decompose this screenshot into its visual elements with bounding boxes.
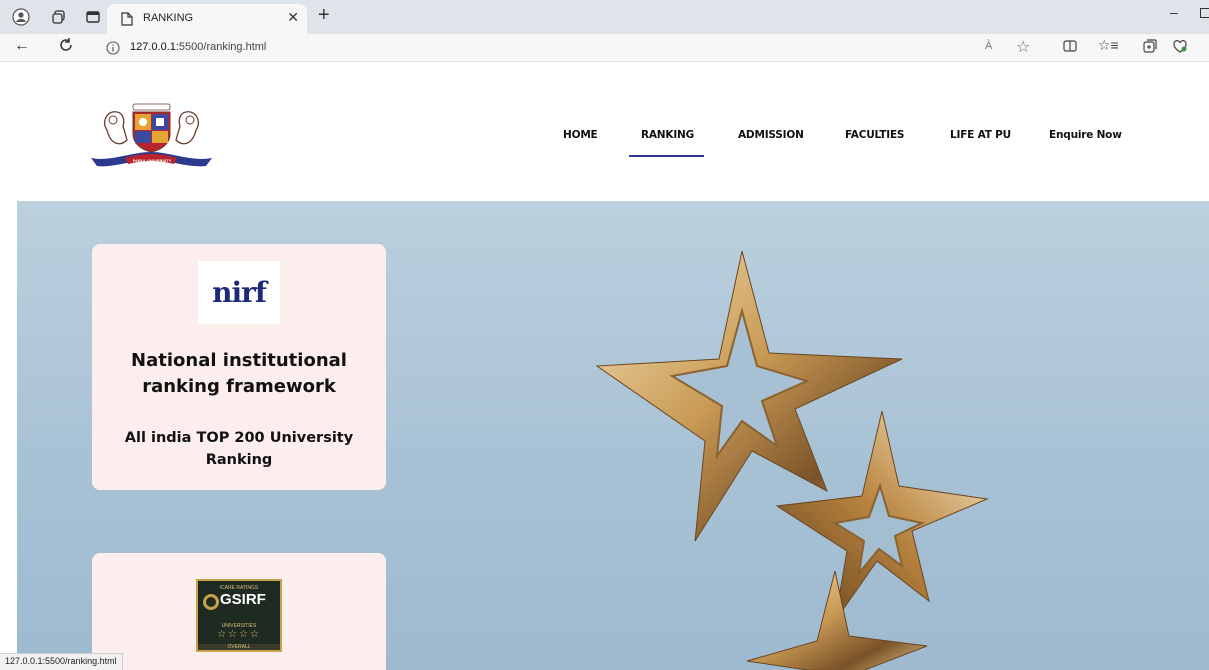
gsirf-logo: ICARE RATINGS GSIRF UNIVERSITIES ☆☆☆☆ OV…	[196, 579, 282, 652]
browser-essentials-icon[interactable]	[1172, 39, 1188, 58]
tab-actions-icon[interactable]	[80, 4, 106, 30]
hero-section: nirf National institutional ranking fram…	[17, 201, 1209, 670]
status-bar-url: 127.0.0.1:5500/ranking.html	[0, 653, 123, 670]
logo-caption: PARUL UNIVERSITY	[132, 158, 172, 163]
nav-faculties[interactable]: FACULTIES	[845, 129, 904, 141]
refresh-icon[interactable]	[58, 37, 74, 58]
nav-admission[interactable]: ADMISSION	[738, 129, 804, 141]
parul-university-logo[interactable]: PARUL UNIVERSITY	[89, 100, 214, 172]
profile-icon[interactable]	[8, 4, 34, 30]
card-subtitle-line1: All india TOP 200 University	[124, 430, 354, 446]
new-tab-icon[interactable]: +	[318, 4, 330, 27]
gsirf-logo-bottom: OVERALL	[198, 644, 280, 650]
nav-ranking[interactable]: RANKING	[641, 129, 694, 141]
url-path: :5500/ranking.html	[175, 41, 267, 53]
favorite-star-icon[interactable]: ☆	[1016, 37, 1030, 57]
url-text: 127.0.0.1:5500/ranking.html	[130, 41, 266, 53]
nav-home[interactable]: HOME	[563, 129, 598, 141]
nirf-logo: nirf	[198, 261, 280, 324]
address-bar[interactable]: 127.0.0.1:5500/ranking.html	[90, 36, 1050, 60]
info-icon[interactable]	[106, 41, 120, 55]
read-aloud-icon[interactable]: À	[985, 40, 992, 52]
split-screen-icon[interactable]	[1063, 39, 1077, 58]
gsirf-logo-text: GSIRF	[220, 591, 266, 608]
minimize-icon[interactable]: –	[1170, 4, 1178, 20]
workspaces-icon[interactable]	[46, 4, 72, 30]
site-header: PARUL UNIVERSITY HOME RANKING ADMISSION …	[0, 63, 1209, 201]
card-subtitle: All india TOP 200 University Ranking	[92, 427, 386, 471]
nirf-logo-text: nirf	[212, 276, 267, 309]
browser-tab-ranking[interactable]: RANKING ✕	[107, 4, 307, 34]
gsirf-ranking-card: ICARE RATINGS GSIRF UNIVERSITIES ☆☆☆☆ OV…	[92, 553, 386, 670]
nav-enquire-now[interactable]: Enquire Now	[1049, 129, 1122, 141]
gold-stars-image	[595, 250, 989, 670]
back-icon[interactable]: ←	[14, 37, 30, 55]
page-icon	[121, 12, 133, 26]
card-title-line1: National institutional	[131, 350, 347, 371]
favorites-icon[interactable]: ☆≡	[1098, 37, 1119, 54]
browser-tab-bar: RANKING ✕ + –	[0, 0, 1209, 34]
maximize-icon[interactable]	[1200, 8, 1209, 18]
card-title-line2: ranking framework	[142, 376, 336, 397]
close-tab-icon[interactable]: ✕	[287, 9, 299, 26]
gsirf-badge-icon	[203, 594, 219, 610]
nav-active-indicator	[629, 155, 704, 157]
nav-life-at-pu[interactable]: LIFE AT PU	[950, 129, 1011, 141]
url-host: 127.0.0.1	[130, 41, 176, 53]
tab-title: RANKING	[143, 12, 194, 24]
collections-icon[interactable]	[1143, 39, 1157, 58]
gsirf-stars-icon: ☆☆☆☆	[217, 629, 261, 640]
card-subtitle-line2: Ranking	[205, 452, 273, 468]
nirf-ranking-card: nirf National institutional ranking fram…	[92, 244, 386, 490]
card-title: National institutional ranking framework	[92, 348, 386, 400]
browser-toolbar: ← 127.0.0.1:5500/ranking.html À ☆ ☆≡	[0, 34, 1209, 62]
